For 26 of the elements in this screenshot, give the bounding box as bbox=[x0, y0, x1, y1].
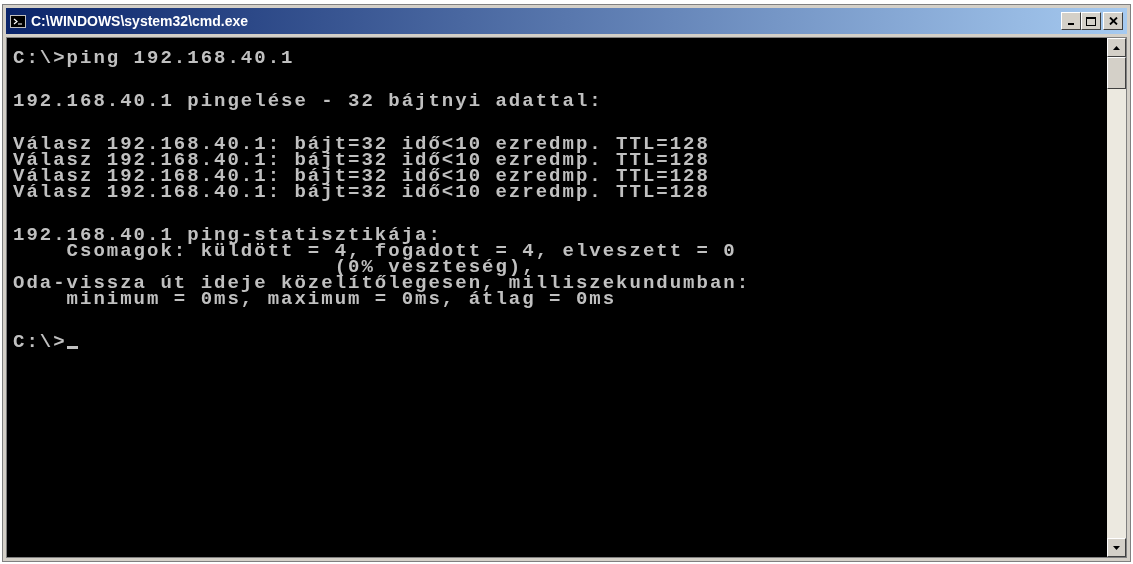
window-title: C:\WINDOWS\system32\cmd.exe bbox=[31, 11, 249, 31]
minimize-button[interactable] bbox=[1061, 12, 1081, 30]
vertical-scrollbar[interactable] bbox=[1107, 38, 1126, 557]
scroll-up-button[interactable] bbox=[1107, 38, 1126, 57]
console-line: Válasz 192.168.40.1: bájt=32 idő<10 ezredmp. TTL=128 bbox=[13, 184, 710, 200]
maximize-icon bbox=[1086, 16, 1096, 26]
scroll-down-button[interactable] bbox=[1107, 538, 1126, 557]
console-line: Csomagok: küldött = 4, fogadott = 4, elveszett = 0 bbox=[65, 243, 737, 259]
scrollbar-thumb[interactable] bbox=[1107, 57, 1126, 89]
console-line: Válasz 192.168.40.1: bájt=32 idő<10 ezredmp. TTL=128 bbox=[13, 168, 710, 184]
close-icon bbox=[1108, 17, 1118, 25]
close-button[interactable] bbox=[1103, 12, 1123, 30]
console-line: 192.168.40.1 ping-statisztikája: bbox=[13, 227, 442, 243]
console-line: (0% veszteség), bbox=[334, 259, 536, 275]
console-prompt: C:\> bbox=[13, 334, 67, 350]
console-line: minimum = 0ms, maximum = 0ms, átlag = 0ms bbox=[65, 291, 617, 307]
maximize-button[interactable] bbox=[1081, 12, 1101, 30]
down-arrow-icon bbox=[1113, 545, 1120, 550]
console-line: C:\>ping 192.168.40.1 bbox=[13, 50, 295, 66]
text-cursor bbox=[66, 346, 78, 349]
console-line: Válasz 192.168.40.1: bájt=32 idő<10 ezredmp. TTL=128 bbox=[13, 136, 710, 152]
console-line: Oda-vissza út ideje közelítőlegesen, milliszekundumban: bbox=[13, 275, 751, 291]
console-line: Válasz 192.168.40.1: bájt=32 idő<10 ezredmp. TTL=128 bbox=[13, 152, 710, 168]
console-line: 192.168.40.1 pingelése - 32 bájtnyi adattal: bbox=[13, 93, 603, 109]
up-arrow-icon bbox=[1113, 45, 1120, 50]
console-app-icon bbox=[10, 14, 26, 28]
